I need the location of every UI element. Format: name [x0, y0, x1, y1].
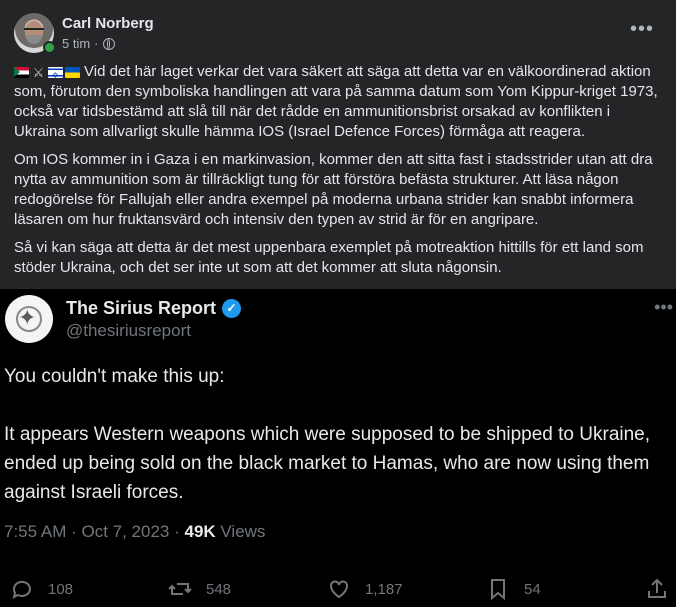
globe-icon[interactable]	[102, 37, 115, 50]
post-more-button[interactable]: •••	[630, 18, 654, 41]
verified-icon: ✓	[222, 299, 242, 318]
compass-star-icon: ✦	[18, 305, 37, 330]
tweet-timestamp: 7:55 AM · Oct 7, 2023 ·	[4, 522, 185, 541]
flag-emojis: ⚔	[14, 65, 80, 86]
bookmark-action: 54	[486, 577, 541, 601]
tweet-screenshot[interactable]: ✦ The Sirius Report ✓ @thesiriusreport •…	[0, 289, 676, 607]
crossed-swords-icon: ⚔	[32, 65, 45, 80]
share-action	[645, 577, 669, 601]
tweet-handle: @thesiriusreport	[66, 321, 191, 340]
author-name[interactable]: Carl Norberg	[62, 15, 154, 32]
like-count: 1,187	[365, 580, 403, 598]
tweet-line-2: It appears Western weapons which were su…	[4, 424, 651, 503]
post-text: ⚔ Vid det här laget verkar det vara säke…	[14, 62, 664, 286]
tweet-avatar: ✦	[5, 295, 53, 343]
israel-flag-icon	[48, 66, 63, 86]
tweet-more-icon: •••	[654, 297, 673, 317]
retweet-action: 548	[168, 577, 231, 601]
palestine-flag-icon	[14, 67, 29, 78]
post-time[interactable]: 5 tim	[62, 36, 90, 51]
post-meta: 5 tim ·	[62, 36, 115, 51]
post-paragraph-1-text: Vid det här laget verkar det vara säkert…	[14, 63, 658, 140]
ukraine-flag-icon	[65, 67, 80, 78]
tweet-actions: 108 548 1,187 54	[0, 577, 676, 603]
heart-icon	[330, 580, 348, 599]
share-icon	[648, 578, 666, 598]
reply-action: 108	[10, 577, 73, 601]
tweet-author: The Sirius Report ✓	[66, 298, 242, 319]
tweet-line-1: You couldn't make this up:	[4, 366, 225, 387]
post-paragraph-1: ⚔ Vid det här laget verkar det vara säke…	[14, 62, 664, 142]
tweet-meta: 7:55 AM · Oct 7, 2023 · 49K Views	[4, 522, 265, 542]
tweet-author-name: The Sirius Report	[66, 298, 217, 318]
reply-count: 108	[48, 580, 74, 598]
reply-icon	[12, 580, 31, 599]
post-header: Carl Norberg 5 tim · •••	[0, 0, 676, 62]
tweet-views-label: Views	[215, 522, 266, 541]
meta-separator: ·	[94, 36, 99, 51]
post-paragraph-3: Så vi kan säga att detta är det mest upp…	[14, 239, 644, 276]
like-action: 1,187	[327, 577, 403, 601]
retweet-count: 548	[206, 580, 232, 598]
avatar-glasses	[24, 28, 44, 34]
tweet-views-count: 49K	[184, 522, 216, 541]
bookmark-icon	[491, 579, 505, 601]
retweet-icon	[168, 583, 192, 595]
tweet-text: You couldn't make this up: It appears We…	[4, 362, 664, 536]
post-paragraph-2: Om IOS kommer in i Gaza i en markinvasio…	[14, 151, 653, 228]
avatar-beard	[26, 35, 42, 44]
online-status-icon	[43, 41, 56, 54]
bookmark-count: 54	[524, 580, 541, 598]
